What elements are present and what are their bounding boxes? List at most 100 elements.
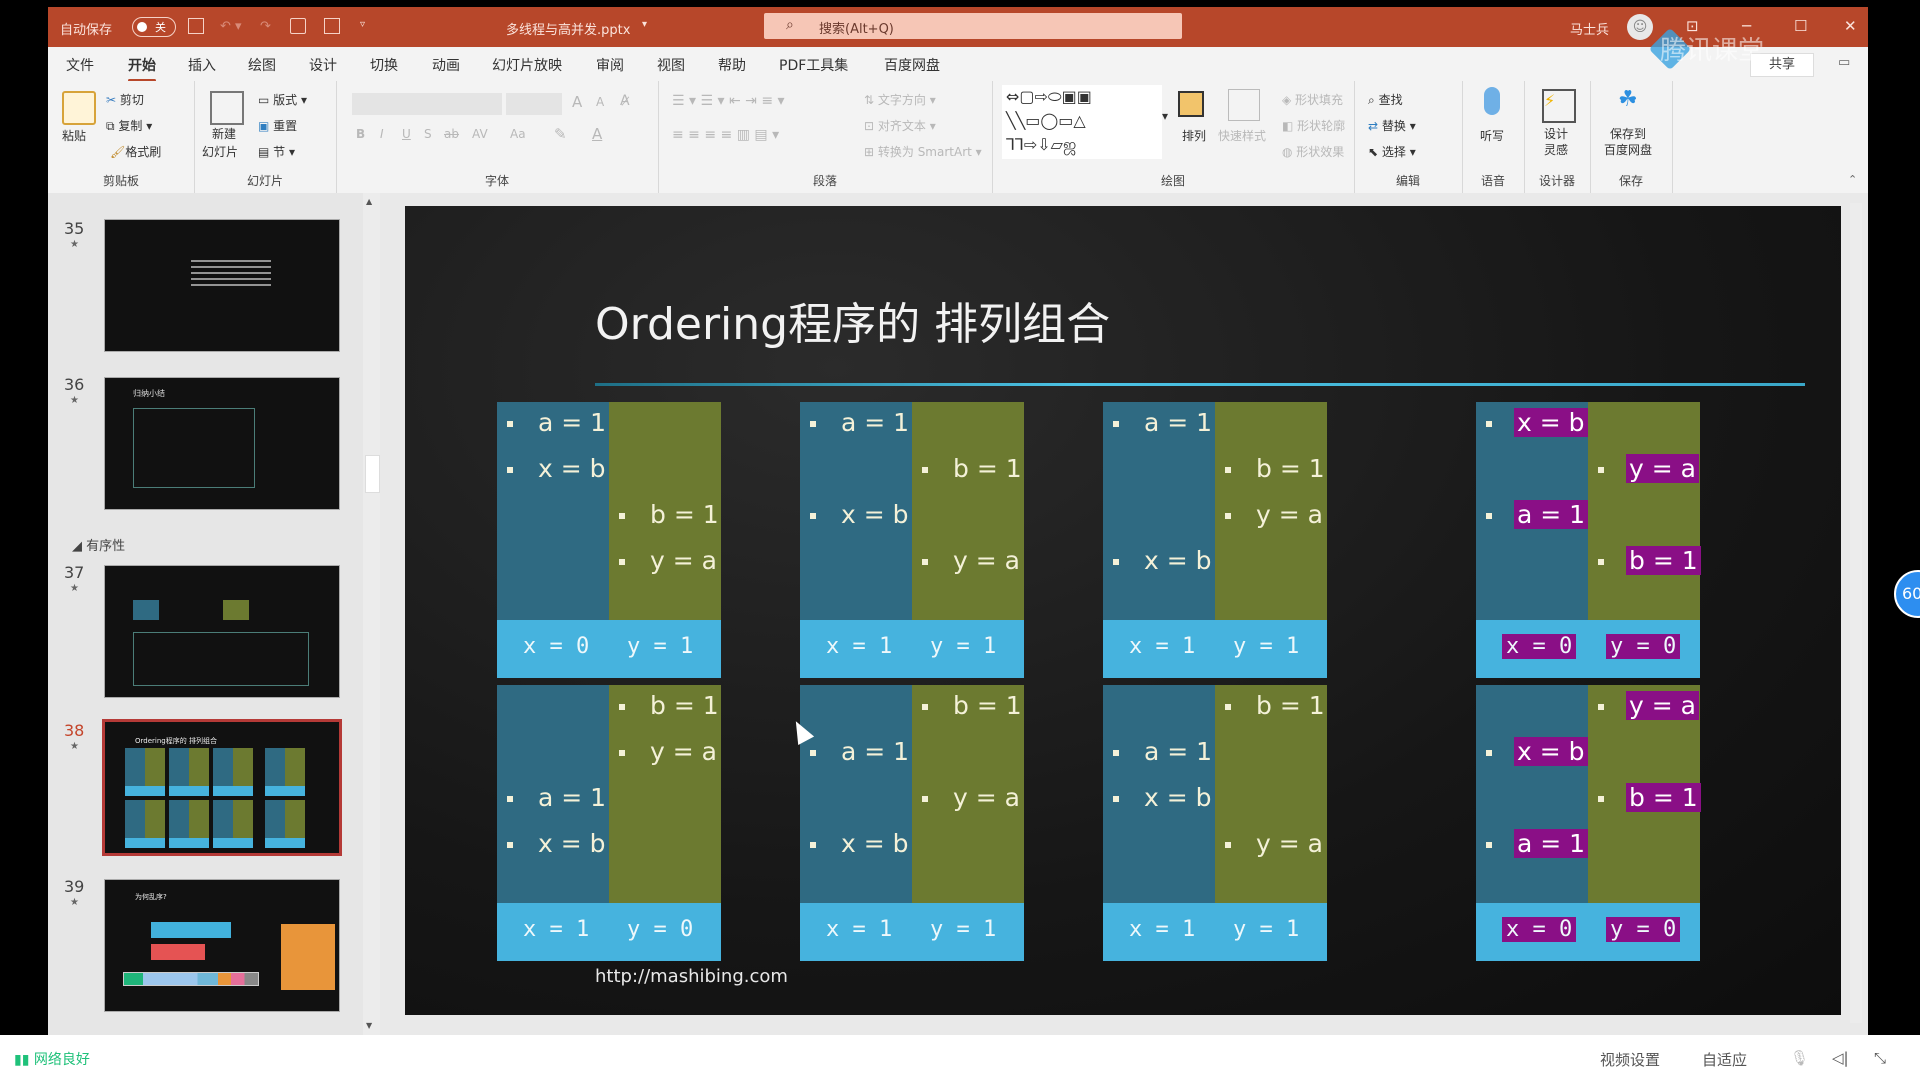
smartart-button[interactable]: ⊞ 转换为 SmartArt ▾: [864, 143, 982, 160]
exit-fullscreen-icon[interactable]: ⤡: [1874, 1049, 1886, 1067]
adaptive-button[interactable]: 自适应: [1702, 1049, 1747, 1070]
change-case-button[interactable]: Aa: [510, 127, 526, 141]
new-slide-icon[interactable]: [210, 91, 244, 125]
align-text-button[interactable]: ⊡ 对齐文本 ▾: [864, 117, 936, 134]
strikethrough-icon[interactable]: ab: [444, 127, 459, 141]
avatar[interactable]: ☺: [1627, 14, 1653, 40]
design-ideas-label-1[interactable]: 设计: [1544, 125, 1568, 142]
slide-thumbnail-38-selected[interactable]: Ordering程序的 排列组合: [102, 719, 342, 856]
text-direction-button[interactable]: ⇅ 文字方向 ▾: [864, 91, 936, 108]
autosave-toggle[interactable]: 关: [132, 17, 176, 37]
file-name-caret-icon[interactable]: ▾: [642, 19, 647, 30]
search-box[interactable]: ⌕ 搜索(Alt+Q): [764, 13, 1182, 39]
mic-muted-icon[interactable]: 🎙: [1790, 1049, 1809, 1067]
grow-font-button[interactable]: A: [572, 93, 582, 111]
font-color-icon[interactable]: A: [592, 125, 602, 143]
volume-icon[interactable]: ◁|: [1832, 1049, 1849, 1067]
paste-icon[interactable]: [62, 91, 96, 125]
redo-icon[interactable]: ↷: [260, 19, 271, 34]
bullets-icon[interactable]: ☰ ▾ ☰ ▾ ⇤ ⇥ ≡ ▾: [672, 93, 785, 109]
tab-home[interactable]: 开始: [128, 55, 156, 82]
scrollbar-thumb[interactable]: [365, 455, 380, 493]
floating-badge[interactable]: 60: [1894, 570, 1920, 618]
section-button[interactable]: ▤ 节 ▾: [258, 143, 295, 160]
save-icon[interactable]: [188, 18, 204, 34]
close-button[interactable]: ✕: [1844, 17, 1857, 35]
bullet-icon: [1486, 513, 1492, 519]
quick-styles-button[interactable]: 快速样式: [1218, 127, 1266, 144]
comment-icon[interactable]: ▭: [1838, 55, 1850, 70]
user-name[interactable]: 马士兵: [1570, 19, 1609, 38]
shrink-font-button[interactable]: A: [596, 95, 604, 109]
shape-effects-button[interactable]: ◍ 形状效果: [1282, 143, 1344, 160]
arrange-icon[interactable]: [1178, 91, 1204, 117]
tab-pdf-tools[interactable]: PDF工具集: [779, 55, 848, 75]
new-slide-label-2[interactable]: 幻灯片: [202, 143, 238, 160]
tab-help[interactable]: 帮助: [718, 55, 746, 75]
slide-canvas[interactable]: Ordering程序的 排列组合 a = 1x = bb = 1y = ax =…: [405, 206, 1841, 1015]
scroll-down-icon[interactable]: ▼: [366, 1021, 372, 1030]
font-size-select[interactable]: [506, 93, 562, 115]
clear-format-icon[interactable]: A̷: [620, 93, 630, 109]
shapes-gallery-more-icon[interactable]: ▾: [1162, 109, 1168, 123]
new-slide-label-1[interactable]: 新建: [212, 125, 236, 142]
section-header[interactable]: ◢ 有序性: [72, 535, 125, 554]
collapse-ribbon-icon[interactable]: ⌃: [1848, 173, 1857, 186]
editor-vertical-scrollbar[interactable]: [1850, 203, 1862, 1023]
design-ideas-icon[interactable]: ⚡: [1542, 89, 1576, 123]
tab-view[interactable]: 视图: [657, 55, 685, 75]
char-spacing-button[interactable]: AV: [472, 127, 488, 141]
scroll-up-icon[interactable]: ▲: [366, 197, 372, 206]
section-label: 节: [273, 145, 286, 159]
dictate-button[interactable]: 听写: [1480, 127, 1504, 144]
customize-qat-icon[interactable]: ▿: [360, 19, 365, 30]
present-icon[interactable]: [290, 18, 306, 34]
align-icons[interactable]: ≡ ≡ ≡ ≡ ▥ ▤ ▾: [672, 127, 779, 143]
video-settings-button[interactable]: 视频设置: [1600, 1049, 1660, 1070]
arrange-button[interactable]: 排列: [1182, 127, 1206, 144]
underline-button[interactable]: U: [402, 127, 411, 141]
bold-button[interactable]: B: [356, 127, 365, 141]
shape-outline-button[interactable]: ◧ 形状轮廓: [1282, 117, 1345, 134]
save-to-baidu-label-2[interactable]: 百度网盘: [1604, 141, 1652, 158]
font-name-select[interactable]: [352, 93, 502, 115]
slide-thumbnail-36[interactable]: 归纳小结: [104, 377, 340, 510]
reset-button[interactable]: ▣ 重置: [258, 117, 297, 134]
file-name[interactable]: 多线程与高并发.pptx: [506, 19, 630, 38]
tab-animations[interactable]: 动画: [432, 55, 460, 75]
slide-thumbnail-39[interactable]: 为何乱序?: [104, 879, 340, 1012]
shadow-button[interactable]: S: [424, 127, 432, 141]
thumbnail-scrollbar[interactable]: ▲ ▼: [363, 193, 380, 1035]
tab-file[interactable]: 文件: [66, 55, 94, 75]
slide-thumbnail-37[interactable]: [104, 565, 340, 698]
undo-icon[interactable]: ↶ ▾: [220, 19, 242, 34]
highlight-icon[interactable]: ✎: [554, 125, 567, 143]
italic-button[interactable]: I: [380, 127, 384, 141]
tab-review[interactable]: 审阅: [596, 55, 624, 75]
tab-draw[interactable]: 绘图: [248, 55, 276, 75]
save-to-baidu-label-1[interactable]: 保存到: [1610, 125, 1646, 142]
tab-insert[interactable]: 插入: [188, 55, 216, 75]
microphone-icon[interactable]: [1484, 87, 1500, 115]
cut-button[interactable]: ✂ 剪切: [106, 91, 144, 108]
baidu-netdisk-icon[interactable]: ☘: [1618, 87, 1638, 112]
paste-button[interactable]: 粘贴: [62, 127, 86, 144]
replace-button[interactable]: ⇄ 替换 ▾: [1368, 117, 1416, 134]
textbox-icon[interactable]: [324, 18, 340, 34]
design-ideas-label-2[interactable]: 灵感: [1544, 141, 1568, 158]
format-painter-button[interactable]: 🖌格式刷: [110, 143, 161, 160]
shapes-gallery[interactable]: ⇔▢⇨⬭▣▣ ╲╲▭◯▭△ ⅂⅂⇨⇩▱ஜ: [1002, 85, 1162, 159]
slide-thumbnail-35[interactable]: [104, 219, 340, 352]
layout-button[interactable]: ▭ 版式 ▾: [258, 91, 307, 108]
shape-fill-button[interactable]: ◈ 形状填充: [1282, 91, 1343, 108]
tab-transitions[interactable]: 切换: [370, 55, 398, 75]
maximize-button[interactable]: ☐: [1794, 17, 1807, 35]
tab-baidu-netdisk[interactable]: 百度网盘: [884, 55, 940, 75]
tab-slideshow[interactable]: 幻灯片放映: [492, 55, 562, 75]
copy-button[interactable]: ⧉ 复制 ▾: [106, 117, 152, 134]
tab-design[interactable]: 设计: [309, 55, 337, 75]
layout-label: 版式: [273, 93, 298, 107]
find-button[interactable]: ⌕ 查找: [1368, 91, 1403, 108]
select-button[interactable]: ⬉ 选择 ▾: [1368, 143, 1416, 160]
quick-styles-icon[interactable]: [1228, 89, 1260, 121]
